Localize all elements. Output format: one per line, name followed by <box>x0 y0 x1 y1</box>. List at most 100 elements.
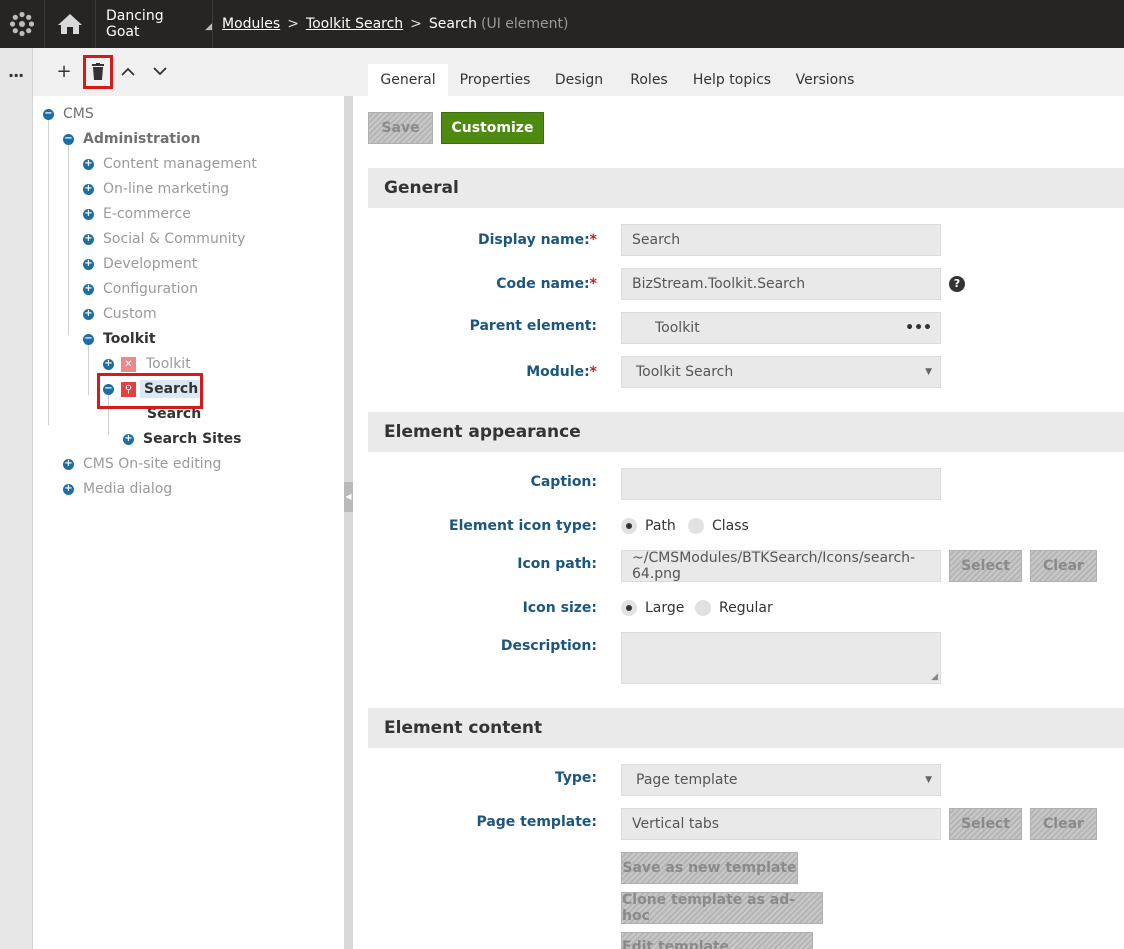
icon-type-label: Element icon type: <box>449 518 597 534</box>
toolkit-icon: ✕ <box>121 356 136 372</box>
move-down-icon[interactable] <box>148 58 172 84</box>
parent-element-selector[interactable]: Toolkit ••• <box>621 312 941 344</box>
tree-node-label: CMS <box>63 106 94 122</box>
module-select[interactable]: Toolkit Search ▼ <box>621 356 941 388</box>
tree-node-label: Content management <box>103 156 257 172</box>
module-label: Module:* <box>526 364 597 380</box>
icon-path-clear-button[interactable]: Clear <box>1030 550 1097 582</box>
expand-icon[interactable]: + <box>63 458 74 470</box>
expand-icon[interactable]: + <box>83 208 94 220</box>
display-name-label: Display name:* <box>477 232 597 248</box>
expand-icon[interactable]: + <box>123 433 134 445</box>
collapse-icon[interactable]: − <box>83 333 94 345</box>
tree-node-label: Custom <box>103 306 157 322</box>
type-label: Type: <box>554 770 597 786</box>
tree-node-ecommerce[interactable]: + E-commerce <box>83 203 191 225</box>
tree-node-media-dialog[interactable]: + Media dialog <box>63 478 172 500</box>
tree-node-content-management[interactable]: + Content management <box>83 153 257 175</box>
tab-properties[interactable]: Properties <box>452 64 538 96</box>
tab-design[interactable]: Design <box>542 64 616 96</box>
icon-size-large-radio[interactable]: Large <box>621 600 684 616</box>
tree-node-label: Search Sites <box>143 431 242 447</box>
icon-type-class-radio[interactable]: Class <box>688 518 749 534</box>
tree-node-label: CMS On-site editing <box>83 456 222 472</box>
expand-icon[interactable]: + <box>83 233 94 245</box>
tree-node-cms[interactable]: − CMS <box>43 103 94 125</box>
tree-toolbar: + <box>33 48 344 96</box>
left-rail: ... <box>0 48 33 949</box>
site-selector[interactable]: Dancing Goat ◢ <box>95 0 213 48</box>
section-element-content: Element content <box>368 708 1124 748</box>
tree-node-online-marketing[interactable]: + On-line marketing <box>83 178 229 200</box>
icon-size-regular-radio[interactable]: Regular <box>695 600 773 616</box>
tree-node-label: Toolkit <box>103 331 156 347</box>
delete-icon[interactable] <box>83 55 113 89</box>
tab-roles[interactable]: Roles <box>620 64 678 96</box>
tree-node-cms-onsite[interactable]: + CMS On-site editing <box>63 453 221 475</box>
expand-icon[interactable]: + <box>83 283 94 295</box>
kentico-logo-icon[interactable] <box>0 0 44 48</box>
tree-node-search-sites[interactable]: + Search Sites <box>123 428 241 450</box>
icon-type-path-radio[interactable]: Path <box>621 518 676 534</box>
move-up-icon[interactable] <box>116 58 140 84</box>
edit-template-properties-button[interactable]: Edit template properties <box>621 932 813 949</box>
expand-icon[interactable]: + <box>63 483 74 495</box>
collapse-icon[interactable]: − <box>63 133 74 145</box>
expand-icon[interactable]: + <box>103 358 114 370</box>
tab-general[interactable]: General <box>368 64 448 96</box>
tree-node-administration[interactable]: − Administration <box>63 128 200 150</box>
breadcrumb-current: Search <box>428 16 478 32</box>
resize-handle-icon[interactable]: ◢ <box>931 672 938 682</box>
tab-help-topics[interactable]: Help topics <box>686 64 778 96</box>
tree-node-label: E-commerce <box>103 206 191 222</box>
parent-element-label: Parent element: <box>469 318 597 334</box>
page-template-field[interactable]: Vertical tabs <box>621 808 941 840</box>
main-content: Save Customize General Display name:* Se… <box>353 96 1124 949</box>
icon-path-field[interactable]: ~/CMSModules/BTKSearch/Icons/search-64.p… <box>621 550 941 582</box>
icon-path-select-button[interactable]: Select <box>949 550 1022 582</box>
tree-node-configuration[interactable]: + Configuration <box>83 278 198 300</box>
top-bar: Dancing Goat ◢ Modules > Toolkit Search … <box>0 0 1124 48</box>
breadcrumb-modules[interactable]: Modules <box>222 16 280 32</box>
page-template-clear-button[interactable]: Clear <box>1030 808 1097 840</box>
collapse-icon[interactable]: − <box>43 108 54 120</box>
tree-panel: + − CMS − Administration + Content manag… <box>33 48 344 949</box>
icon-path-label: Icon path: <box>517 556 597 572</box>
more-menu-icon[interactable]: ... <box>8 62 24 81</box>
expand-icon[interactable]: + <box>83 308 94 320</box>
help-icon[interactable]: ? <box>949 276 965 292</box>
description-textarea[interactable]: ◢ <box>621 632 941 684</box>
clone-template-button[interactable]: Clone template as ad-hoc <box>621 892 823 924</box>
browse-ellipsis-icon[interactable]: ••• <box>905 320 932 336</box>
description-label: Description: <box>500 638 597 654</box>
site-name: Dancing Goat <box>106 8 164 40</box>
add-icon[interactable]: + <box>52 58 76 84</box>
save-button[interactable]: Save <box>368 112 433 144</box>
icon-size-label: Icon size: <box>522 600 597 616</box>
tree-node-social-community[interactable]: + Social & Community <box>83 228 245 250</box>
tree-node-custom[interactable]: + Custom <box>83 303 157 325</box>
tab-versions[interactable]: Versions <box>786 64 864 96</box>
tree-node-label: Development <box>103 256 198 272</box>
chevron-down-icon: ▼ <box>925 367 932 377</box>
expand-icon[interactable]: + <box>83 183 94 195</box>
tree-node-label: Social & Community <box>103 231 246 247</box>
expand-icon[interactable]: + <box>83 158 94 170</box>
selection-highlight <box>97 373 203 409</box>
caption-field[interactable] <box>621 468 941 500</box>
tree-node-label: On-line marketing <box>103 181 229 197</box>
breadcrumb-toolkit-search[interactable]: Toolkit Search <box>306 16 403 32</box>
type-select[interactable]: Page template ▼ <box>621 764 941 796</box>
customize-button[interactable]: Customize <box>441 112 544 144</box>
caption-label: Caption: <box>530 474 597 490</box>
page-template-select-button[interactable]: Select <box>949 808 1022 840</box>
tree-node-toolkit-element[interactable]: + ✕ Toolkit <box>103 353 191 375</box>
tree-node-label: Toolkit <box>146 356 191 372</box>
tree-node-development[interactable]: + Development <box>83 253 197 275</box>
display-name-field[interactable]: Search <box>621 224 941 256</box>
code-name-field[interactable]: BizStream.Toolkit.Search <box>621 268 941 300</box>
tree-node-toolkit[interactable]: − Toolkit <box>83 328 156 350</box>
expand-icon[interactable]: + <box>83 258 94 270</box>
home-icon[interactable] <box>44 0 94 48</box>
save-as-new-template-button[interactable]: Save as new template <box>621 852 798 884</box>
